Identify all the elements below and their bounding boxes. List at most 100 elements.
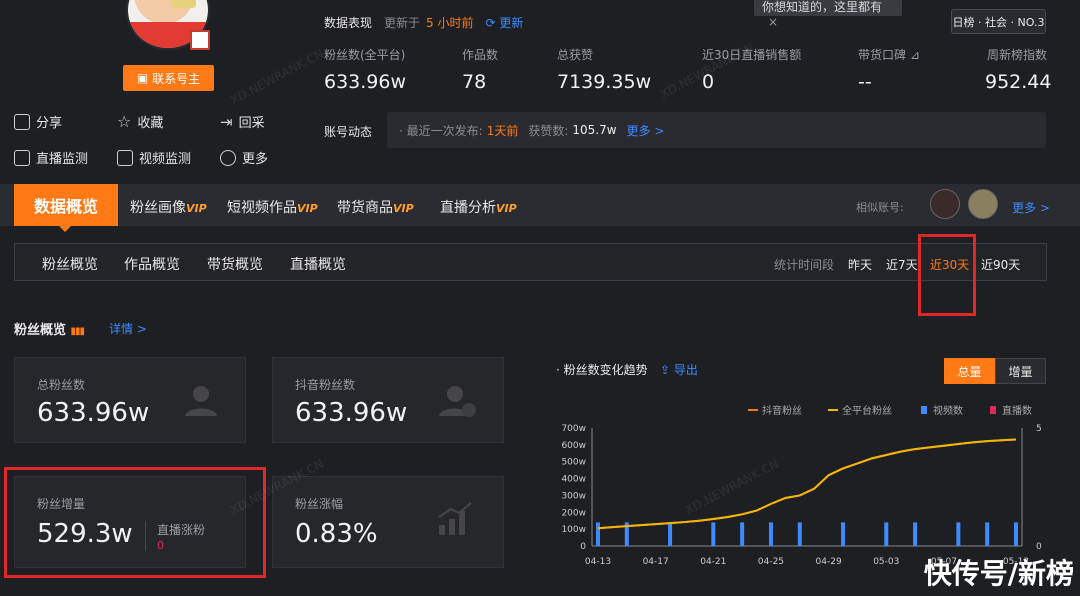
y-right-tick-label: 0	[1036, 542, 1042, 552]
y-tick-label: 400w	[561, 475, 586, 485]
video-count-bar	[1014, 522, 1018, 546]
legend-label: 视频数	[933, 404, 963, 417]
y-tick-label: 300w	[561, 491, 586, 501]
douyin-user-icon	[439, 386, 476, 417]
export-button[interactable]: ⇪ 导出	[660, 361, 698, 378]
y-tick-label: 600w	[561, 441, 586, 451]
more-actions-button[interactable]: 更多	[220, 148, 268, 167]
chat-icon: ▣	[136, 71, 149, 85]
tab-products[interactable]: 带货商品VIP	[337, 197, 414, 217]
x-tick-label: 04-29	[816, 557, 842, 567]
period-7d[interactable]: 近7天	[886, 256, 918, 273]
contact-owner-button[interactable]: ▣ 联系号主	[123, 65, 214, 91]
y-tick-label: 700w	[561, 424, 586, 434]
video-count-bar	[668, 522, 673, 546]
stat-likes: 总获赞 7139.35w	[557, 48, 652, 93]
login-arrow-icon: ⇥	[220, 112, 233, 131]
section-detail-link[interactable]: 详情 >	[109, 320, 147, 337]
subtab-live[interactable]: 直播概览	[290, 254, 346, 274]
dynamic-more-link[interactable]: 更多 >	[627, 122, 665, 139]
bar-chart-icon[interactable]: ⊿	[910, 48, 920, 62]
video-count-bar	[797, 522, 802, 546]
y-tick-label: 200w	[561, 508, 586, 518]
toggle-total[interactable]: 总量	[944, 358, 995, 384]
star-icon: ☆	[117, 112, 132, 131]
x-tick-label: 05-03	[873, 557, 899, 567]
video-count-bar	[768, 522, 773, 546]
x-tick-label: 04-25	[758, 557, 784, 567]
live-monitor-button[interactable]: 直播监测	[14, 148, 88, 167]
users-icon	[185, 386, 217, 416]
x-tick-label: 04-13	[585, 557, 611, 567]
tooltip: 你想知道的，这里都有 ×	[754, 0, 902, 29]
legend-swatch	[921, 406, 927, 414]
dynamic-box: · 最近一次发布: 1天前 获赞数: 105.7w 更多 >	[387, 112, 1046, 148]
similar-account-avatar[interactable]	[968, 189, 998, 219]
period-yesterday[interactable]: 昨天	[848, 256, 872, 273]
y-tick-label: 100w	[561, 525, 586, 535]
video-count-bar	[841, 522, 846, 546]
tab-data-overview[interactable]: 数据概览	[14, 184, 118, 226]
y-right-tick-label: 5	[1036, 424, 1042, 434]
subtab-works[interactable]: 作品概览	[124, 254, 180, 274]
highlight-box-period	[918, 234, 976, 316]
stat-fans: 粉丝数(全平台) 633.96w	[324, 48, 407, 93]
all-platform-fans-line	[597, 438, 1017, 530]
close-icon[interactable]: ×	[768, 15, 778, 29]
stat-works: 作品数 78	[462, 48, 499, 93]
card-douyin-fans: 抖音粉丝数 633.96w	[272, 357, 504, 443]
video-count-bar	[711, 522, 716, 546]
export-icon: ⇪	[660, 363, 671, 377]
douyin-fans-line	[597, 438, 1017, 530]
period-label: 统计时间段	[774, 258, 835, 272]
x-tick-label: 04-17	[643, 557, 669, 567]
rank-badge[interactable]: 日榜 · 社会 · NO.3	[951, 9, 1046, 34]
y-tick-label: 0	[580, 542, 586, 552]
perf-header: 数据表现 更新于 5 小时前 ⟳ 更新	[324, 14, 524, 31]
toggle-increment[interactable]: 增量	[995, 358, 1046, 384]
period-90d[interactable]: 近90天	[981, 256, 1020, 273]
subtab-fans[interactable]: 粉丝概览	[42, 254, 98, 274]
tab-short-videos[interactable]: 短视频作品VIP	[227, 197, 318, 217]
similar-more-link[interactable]: 更多 >	[1012, 199, 1050, 216]
stripes-icon: ▮▮▮	[70, 326, 85, 337]
video-count-bar	[740, 522, 745, 546]
trend-title: · 粉丝数变化趋势	[556, 363, 648, 377]
dynamic-label: 账号动态	[324, 125, 373, 139]
stat-index: 周新榜指数 952.44	[985, 48, 1052, 93]
card-total-fans: 总粉丝数 633.96w	[14, 357, 246, 443]
legend-label: 抖音粉丝	[762, 404, 802, 417]
growth-chart-icon	[438, 502, 472, 535]
active-tab-pointer	[59, 226, 71, 232]
video-count-bar	[884, 522, 889, 546]
video-count-bar	[913, 522, 918, 546]
monitor-chart-icon	[117, 149, 133, 166]
similar-label: 相似账号:	[856, 201, 904, 214]
stat-reputation: 带货口碑 ⊿ --	[858, 48, 920, 93]
legend-label: 全平台粉丝	[842, 404, 892, 417]
video-monitor-button[interactable]: 视频监测	[117, 148, 191, 167]
fan-trend-chart: 抖音粉丝 全平台粉丝 视频数 直播数 0 100w 200w 300w 400w 500w 600w…	[561, 404, 1042, 567]
highlight-box-growth	[4, 467, 266, 578]
recollect-button[interactable]: ⇥ 回采	[220, 112, 265, 132]
legend-swatch	[990, 406, 996, 414]
refresh-button[interactable]: ⟳ 更新	[485, 14, 523, 31]
video-count-bar	[985, 522, 990, 546]
x-tick-label: 04-21	[700, 557, 726, 567]
card-fan-growth-rate: 粉丝涨幅 0.83%	[272, 476, 504, 568]
section-title: 粉丝概览 ▮▮▮	[14, 323, 85, 338]
share-icon	[14, 113, 30, 130]
legend-label: 直播数	[1002, 404, 1032, 417]
qr-code-icon[interactable]	[190, 30, 210, 50]
video-count-bar	[956, 522, 961, 546]
y-tick-label: 500w	[561, 458, 586, 468]
similar-account-avatar[interactable]	[930, 189, 960, 219]
subtab-products[interactable]: 带货概览	[207, 254, 263, 274]
footer-source: 快传号/新榜	[923, 557, 1074, 590]
tv-icon	[14, 149, 30, 166]
share-button[interactable]: 分享	[14, 112, 62, 131]
tab-live-analysis[interactable]: 直播分析VIP	[440, 197, 517, 217]
favorite-button[interactable]: ☆ 收藏	[117, 112, 163, 131]
video-count-bar	[596, 522, 600, 546]
tab-fan-profile[interactable]: 粉丝画像VIP	[130, 197, 207, 217]
